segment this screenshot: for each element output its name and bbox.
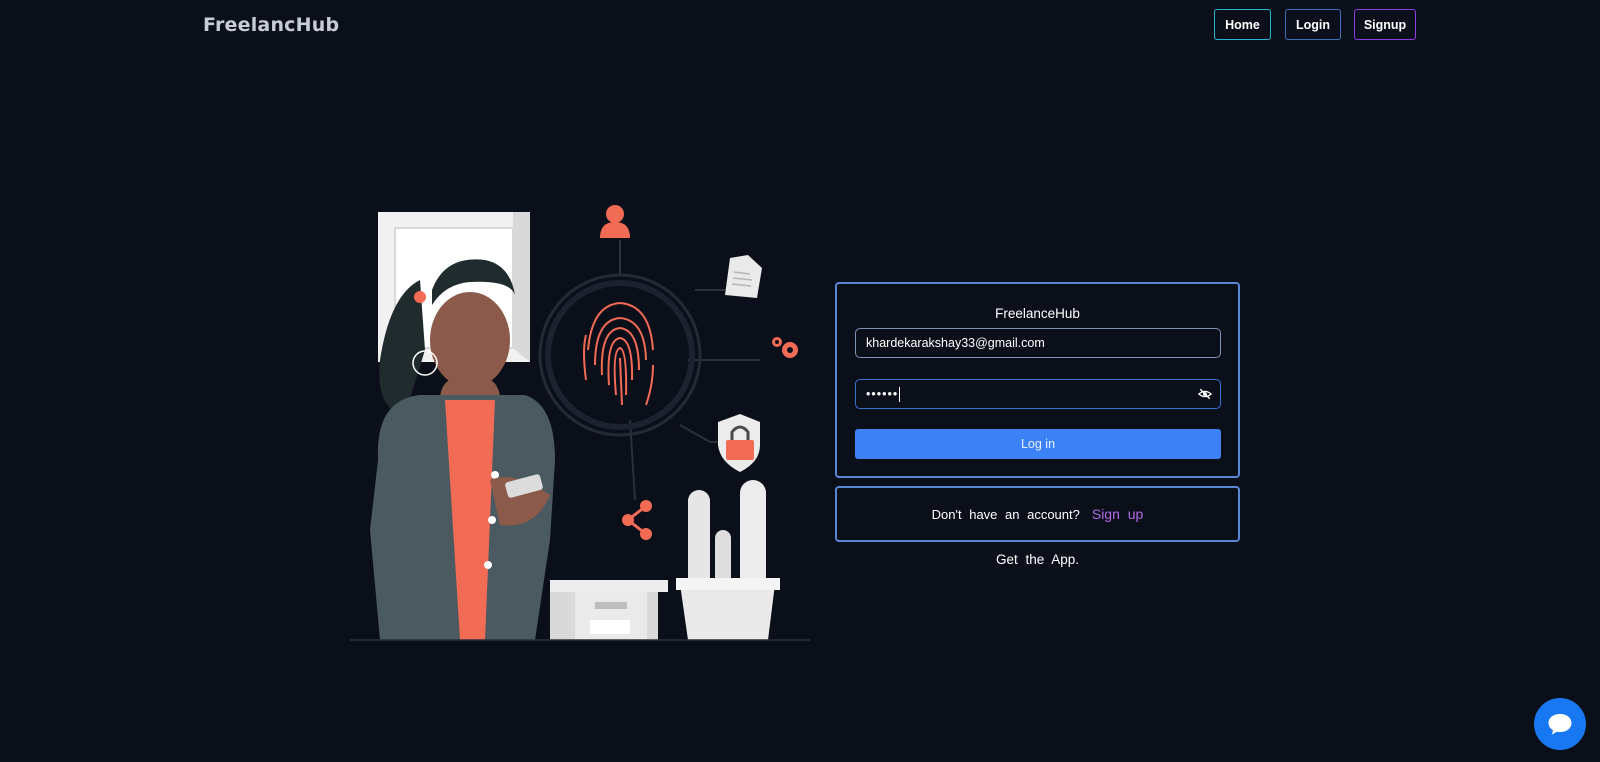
signup-prompt: Don't have an account? [931, 506, 1080, 522]
login-submit-button[interactable]: Log in [855, 429, 1221, 459]
nav-home-button[interactable]: Home [1214, 9, 1271, 40]
share-icon [622, 500, 652, 540]
email-field[interactable]: khardekarakshay33@gmail.com [855, 328, 1221, 358]
gears-icon [772, 337, 798, 358]
fingerprint-icon [583, 301, 654, 406]
email-value: khardekarakshay33@gmail.com [866, 336, 1045, 350]
lock-shield-icon [718, 414, 760, 472]
nav-signup-button[interactable]: Signup [1354, 9, 1416, 40]
login-card-title: FreelanceHub [995, 306, 1080, 321]
password-value: •••••• [866, 387, 899, 401]
password-field[interactable]: •••••• [855, 379, 1221, 409]
fingerprint-scanner [538, 273, 702, 437]
nav-login-button[interactable]: Login [1285, 9, 1341, 40]
storage-boxes [550, 580, 668, 640]
cactus-plant [676, 480, 780, 640]
chat-bubble-icon [1548, 714, 1572, 735]
eye-off-icon[interactable] [1198, 387, 1212, 401]
document-icon [725, 255, 762, 298]
get-app-text: Get the App. [995, 552, 1080, 567]
chat-button[interactable] [1534, 698, 1586, 750]
text-caret [899, 386, 901, 402]
security-illustration [350, 205, 810, 641]
signup-card: Don't have an account? Sign up [835, 486, 1240, 542]
login-card: FreelanceHub khardekarakshay33@gmail.com… [835, 282, 1240, 478]
user-icon [600, 205, 630, 238]
brand-logo[interactable]: FreelancHub [203, 14, 339, 36]
signup-link[interactable]: Sign up [1092, 506, 1143, 522]
